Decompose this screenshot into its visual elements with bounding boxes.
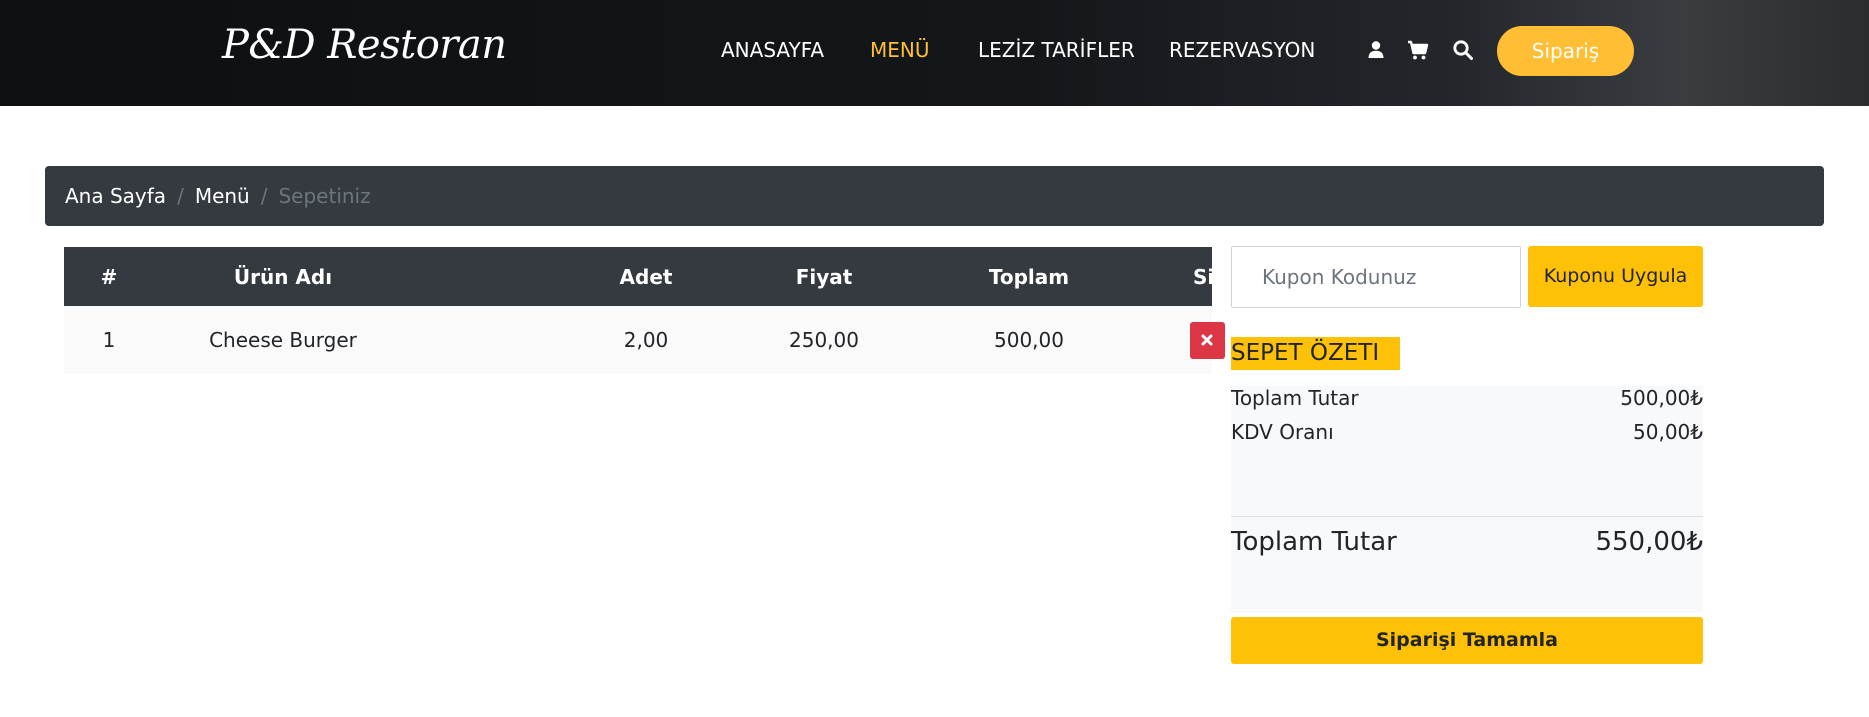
close-icon: [1201, 334, 1213, 346]
summary-subtotal-label: Toplam Tutar: [1231, 386, 1359, 410]
row-total: 500,00: [994, 328, 1064, 352]
summary-tax-value: 50,00₺: [1633, 420, 1703, 444]
row-index: 1: [102, 328, 116, 352]
summary-tax-label: KDV Oranı: [1231, 420, 1334, 444]
breadcrumb: Ana Sayfa / Menü / Sepetiniz: [45, 166, 1824, 226]
column-header-price: Fiyat: [795, 264, 853, 289]
user-icon[interactable]: [1364, 38, 1388, 62]
breadcrumb-menu[interactable]: Menü: [195, 184, 250, 208]
nav-item-anasayfa[interactable]: ANASAYFA: [721, 38, 824, 62]
apply-coupon-button[interactable]: Kuponu Uygula: [1528, 246, 1703, 307]
row-price: 250,00: [789, 328, 859, 352]
cart-icon[interactable]: [1406, 38, 1430, 62]
coupon-input[interactable]: [1231, 246, 1521, 308]
site-header: P&D Restoran ANASAYFA MENÜ LEZİZ TARİFLE…: [0, 0, 1869, 106]
breadcrumb-separator: /: [260, 184, 268, 208]
site-logo[interactable]: P&D Restoran: [222, 22, 507, 68]
column-header-product: Ürün Adı: [233, 264, 333, 289]
nav-item-menu[interactable]: MENÜ: [870, 38, 930, 62]
column-header-index: #: [100, 264, 118, 289]
breadcrumb-current: Sepetiniz: [278, 184, 371, 208]
search-icon[interactable]: [1451, 38, 1475, 62]
summary-divider: [1231, 516, 1703, 517]
summary-subtotal-value: 500,00₺: [1620, 386, 1703, 410]
nav-item-rezervasyon[interactable]: REZERVASYON: [1169, 38, 1315, 62]
row-product-name: Cheese Burger: [209, 328, 357, 352]
summary-box: Toplam Tutar 500,00₺ KDV Oranı 50,00₺ To…: [1231, 386, 1703, 613]
table-row: 1 Cheese Burger 2,00 250,00 500,00: [64, 306, 1225, 374]
nav-item-leziz-tarifler[interactable]: LEZİZ TARİFLER: [978, 38, 1135, 62]
delete-item-button[interactable]: [1189, 321, 1225, 359]
complete-order-button[interactable]: Siparişi Tamamla: [1231, 617, 1703, 664]
summary-total-value: 550,00₺: [1595, 527, 1703, 557]
breadcrumb-home[interactable]: Ana Sayfa: [65, 184, 166, 208]
summary-total-label: Toplam Tutar: [1231, 527, 1397, 557]
table-header: # Ürün Adı Adet Fiyat Toplam Sil: [64, 247, 1221, 306]
column-header-total: Toplam: [988, 264, 1070, 289]
breadcrumb-separator: /: [177, 184, 184, 208]
order-button[interactable]: Sipariş: [1497, 26, 1634, 76]
cart-table: # Ürün Adı Adet Fiyat Toplam Sil 1 Chees…: [64, 247, 1225, 374]
summary-title: SEPET ÖZETI: [1231, 337, 1401, 370]
